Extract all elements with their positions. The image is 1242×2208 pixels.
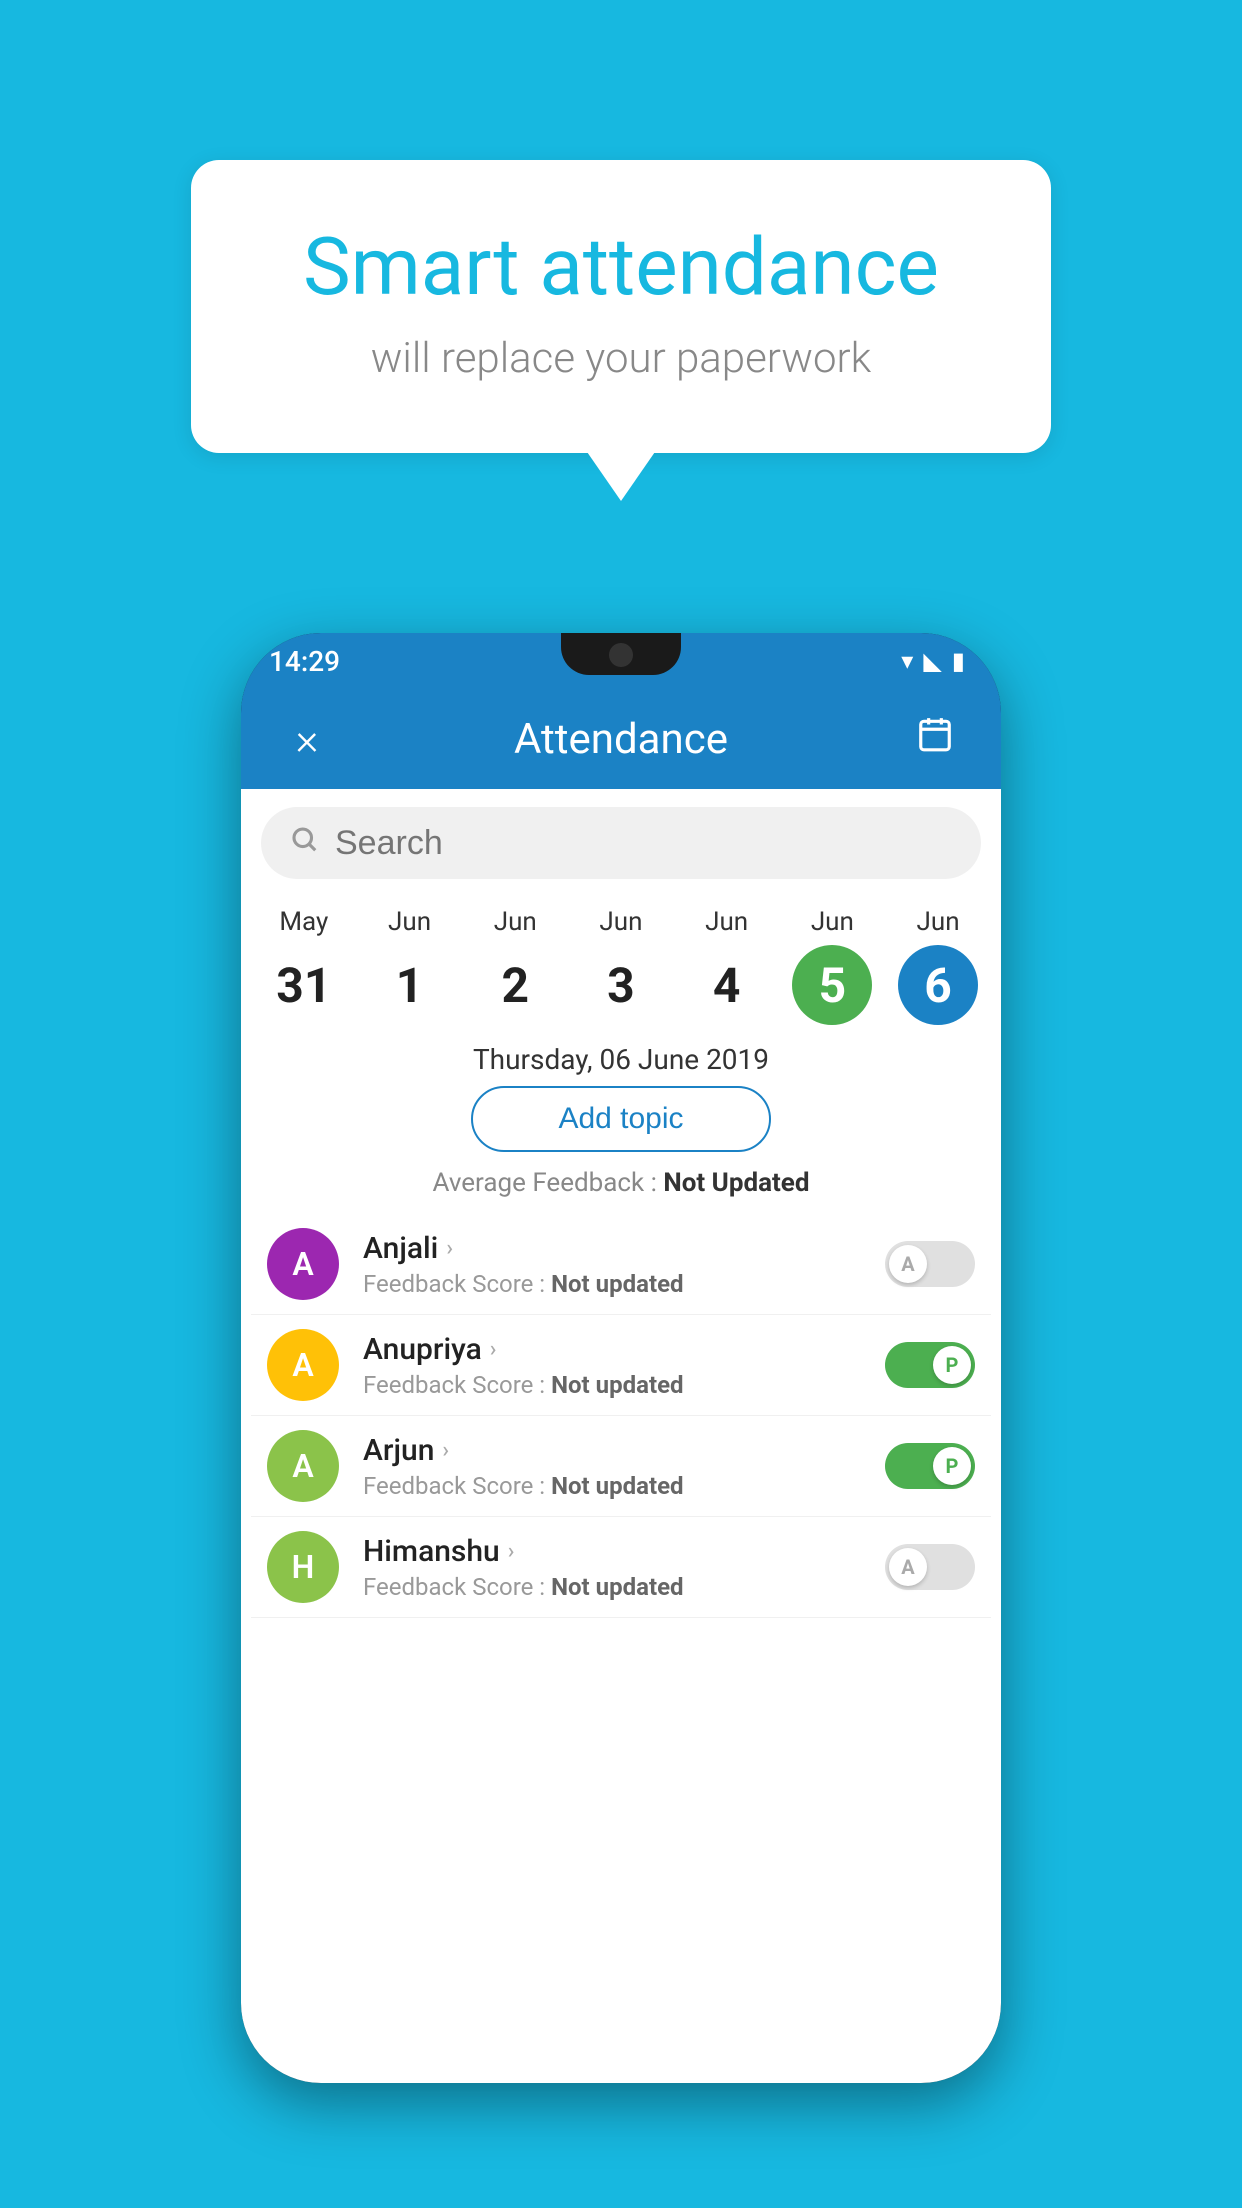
student-row[interactable]: A Arjun › Feedback Score : Not updated P [251,1416,991,1517]
student-info: Anupriya › Feedback Score : Not updated [363,1332,885,1399]
student-info: Himanshu › Feedback Score : Not updated [363,1534,885,1601]
toggle-thumb: A [889,1245,927,1283]
toggle-wrapper[interactable]: A [885,1544,975,1590]
date-col[interactable]: Jun 1 [370,907,450,1025]
attendance-toggle[interactable]: P [885,1342,975,1388]
avatar: A [267,1329,339,1401]
battery-icon: ▮ [952,647,965,675]
speech-bubble: Smart attendance will replace your paper… [191,160,1051,453]
date-month: May [279,907,328,937]
date-number[interactable]: 6 [898,945,978,1025]
hero-title: Smart attendance [271,220,971,314]
student-info: Anjali › Feedback Score : Not updated [363,1231,885,1298]
date-month: Jun [388,907,431,937]
student-name: Himanshu › [363,1534,885,1569]
toggle-thumb: P [933,1346,971,1384]
toggle-wrapper[interactable]: A [885,1241,975,1287]
date-number[interactable]: 1 [370,945,450,1025]
toggle-thumb: P [933,1447,971,1485]
date-month: Jun [705,907,748,937]
phone-camera [609,643,633,667]
date-col[interactable]: Jun 6 [898,907,978,1025]
date-number[interactable]: 3 [581,945,661,1025]
student-list: AAnjali ›Feedback Score : Not updatedAAA… [241,1214,1001,1618]
hero-section: Smart attendance will replace your paper… [0,0,1242,513]
signal-icon: ◣ [923,647,941,675]
date-col[interactable]: Jun 5 [792,907,872,1025]
screen-content: May 31 Jun 1 Jun 2 Jun 3 Jun 4 Jun 5 Jun 6 Thursday, … [241,789,1001,2083]
feedback-score: Feedback Score : Not updated [363,1573,885,1601]
attendance-toggle[interactable]: A [885,1544,975,1590]
avatar: A [267,1228,339,1300]
date-strip: May 31 Jun 1 Jun 2 Jun 3 Jun 4 Jun 5 Jun 6 [241,897,1001,1025]
date-col[interactable]: Jun 2 [475,907,555,1025]
date-month: Jun [494,907,537,937]
avg-feedback-label: Average Feedback : [433,1168,657,1198]
avatar: A [267,1430,339,1502]
date-col[interactable]: Jun 4 [687,907,767,1025]
student-name: Arjun › [363,1433,885,1468]
avg-feedback-value: Not Updated [663,1168,809,1198]
date-month: Jun [599,907,642,937]
date-number[interactable]: 2 [475,945,555,1025]
chevron-icon: › [446,1236,453,1261]
feedback-score: Feedback Score : Not updated [363,1371,885,1399]
avg-feedback: Average Feedback : Not Updated [241,1168,1001,1198]
search-input[interactable] [335,824,953,863]
wifi-icon: ▾ [901,647,913,675]
search-icon [289,824,319,862]
chevron-icon: › [442,1438,449,1463]
app-bar: × Attendance [241,689,1001,789]
close-button[interactable]: × [277,713,337,765]
student-row[interactable]: AAnjali ›Feedback Score : Not updatedA [251,1214,991,1315]
toggle-wrapper[interactable]: P [885,1342,975,1388]
status-icons: ▾ ◣ ▮ [901,647,965,675]
phone-notch [561,633,681,675]
attendance-toggle[interactable]: P [885,1443,975,1489]
status-time: 14:29 [269,645,340,678]
selected-date-label: Thursday, 06 June 2019 [241,1025,1001,1086]
avatar: H [267,1531,339,1603]
phone-body: 14:29 ▾ ◣ ▮ × Attendance [241,633,1001,2083]
student-row[interactable]: H Himanshu › Feedback Score : Not updatedA [251,1517,991,1618]
student-row[interactable]: A Anupriya › Feedback Score : Not updated P [251,1315,991,1416]
app-title: Attendance [337,715,905,764]
phone-frame: 14:29 ▾ ◣ ▮ × Attendance [0,633,1242,2083]
feedback-score: Feedback Score : Not updated [363,1270,885,1298]
date-month: Jun [917,907,960,937]
toggle-thumb: A [889,1548,927,1586]
attendance-toggle[interactable]: A [885,1241,975,1287]
student-name: Anjali › [363,1231,885,1266]
student-name: Anupriya › [363,1332,885,1367]
date-number[interactable]: 31 [264,945,344,1025]
feedback-score: Feedback Score : Not updated [363,1472,885,1500]
chevron-icon: › [490,1337,497,1362]
date-number[interactable]: 5 [792,945,872,1025]
calendar-icon[interactable] [905,715,965,763]
toggle-wrapper[interactable]: P [885,1443,975,1489]
date-col[interactable]: Jun 3 [581,907,661,1025]
student-info: Arjun › Feedback Score : Not updated [363,1433,885,1500]
chevron-icon: › [508,1539,515,1564]
hero-subtitle: will replace your paperwork [271,334,971,383]
add-topic-button[interactable]: Add topic [471,1086,771,1152]
search-bar[interactable] [261,807,981,879]
date-month: Jun [811,907,854,937]
date-col[interactable]: May 31 [264,907,344,1025]
date-number[interactable]: 4 [687,945,767,1025]
